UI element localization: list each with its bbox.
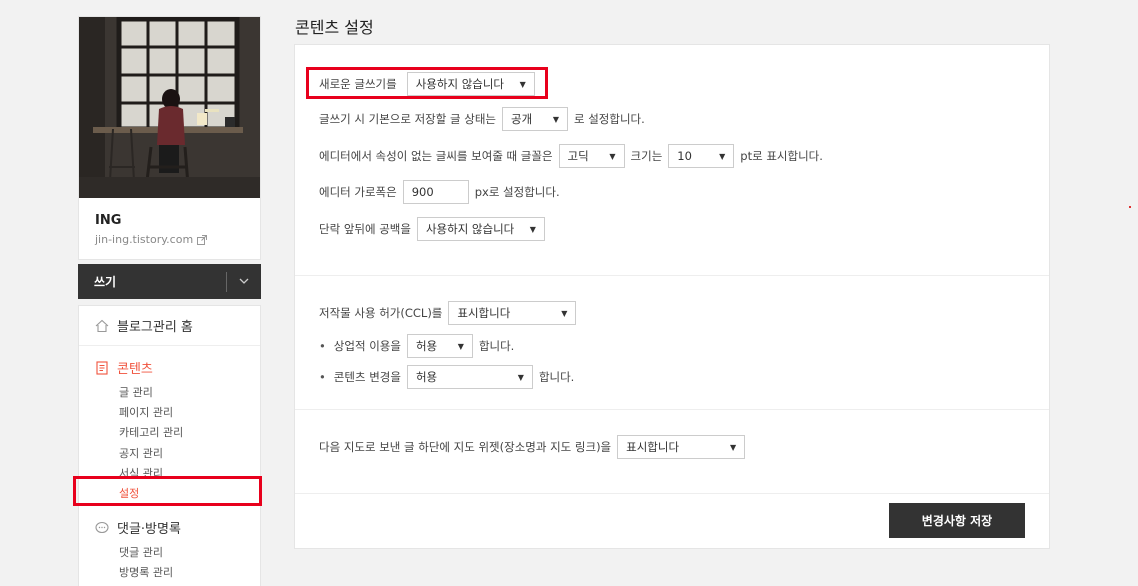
profile-url[interactable]: jin-ing.tistory.com (95, 233, 208, 246)
caret-down-icon: ▼ (457, 341, 464, 351)
section-editor: 새로운 글쓰기를 사용하지 않습니다 ▼ 글쓰기 시 기본으로 저장할 글 상태… (295, 45, 1049, 276)
bullet: • (319, 370, 326, 384)
sidebar-nav: 블로그관리 홈 콘텐츠 글 관리 페이지 관리 카테고리 관리 공지 관리 서식… (78, 305, 261, 586)
row-commercial: • 상업적 이용을 허용 ▼ 합니다. (319, 334, 514, 358)
font-label: 에디터에서 속성이 없는 글씨를 보여줄 때 글꼴은 (319, 149, 553, 163)
decorative-dot (1129, 206, 1131, 208)
chevron-down-icon[interactable] (227, 276, 261, 287)
sidebar-item-comments[interactable]: 댓글·방명록 (95, 518, 244, 537)
default-status-label: 글쓰기 시 기본으로 저장할 글 상태는 (319, 112, 496, 126)
sidebar-subitem-guestbook[interactable]: 방명록 관리 (95, 563, 244, 583)
font-size-select[interactable]: 10 ▼ (668, 144, 735, 168)
profile-card: ING jin-ing.tistory.com (78, 16, 261, 260)
default-status-suffix: 로 설정합니다. (573, 112, 645, 126)
sidebar-item-label: 블로그관리 홈 (117, 320, 193, 335)
profile-photo[interactable] (79, 17, 260, 198)
row-editor-width: 에디터 가로폭은 900 px로 설정합니다. (319, 180, 560, 204)
sidebar-section-label: 댓글·방명록 (117, 522, 181, 538)
modify-select[interactable]: 허용 ▼ (406, 365, 533, 389)
modify-suffix: 합니다. (538, 370, 575, 384)
commercial-select[interactable]: 허용 ▼ (406, 334, 473, 358)
map-widget-select[interactable]: 표시합니다 ▼ (617, 435, 746, 459)
section-map: 다음 지도로 보낸 글 하단에 지도 위젯(장소명과 지도 링크)을 표시합니다… (295, 410, 1049, 494)
ccl-value: 표시합니다 (457, 306, 511, 320)
caret-down-icon: ▼ (517, 372, 524, 382)
font-family-value: 고딕 (567, 149, 589, 163)
sidebar-item-blog-home[interactable]: 블로그관리 홈 (79, 306, 260, 346)
bullet: • (319, 339, 326, 353)
caret-down-icon: ▼ (519, 79, 526, 89)
caret-down-icon: ▼ (719, 151, 726, 161)
new-editor-value: 사용하지 않습니다 (415, 77, 505, 91)
font-size-value: 10 (677, 149, 692, 163)
row-ccl: 저작물 사용 허가(CCL)를 표시합니다 ▼ (319, 301, 577, 325)
paragraph-spacing-select[interactable]: 사용하지 않습니다 ▼ (416, 217, 545, 241)
sidebar-subitem-posts[interactable]: 글 관리 (95, 383, 244, 403)
commercial-suffix: 합니다. (478, 339, 515, 353)
sidebar-section-contents: 콘텐츠 글 관리 페이지 관리 카테고리 관리 공지 관리 서식 관리 설정 (79, 346, 260, 504)
sidebar-subitem-comments[interactable]: 댓글 관리 (95, 543, 244, 563)
default-status-select[interactable]: 공개 ▼ (501, 107, 568, 131)
font-family-select[interactable]: 고딕 ▼ (558, 144, 625, 168)
font-size-label: 크기는 (630, 149, 663, 163)
document-icon (96, 360, 108, 375)
write-bar: 쓰기 (78, 264, 261, 299)
profile-name: ING (95, 213, 122, 228)
modify-value: 허용 (415, 370, 438, 384)
paragraph-label: 단락 앞뒤에 공백을 (319, 222, 411, 236)
map-widget-value: 표시합니다 (626, 440, 680, 454)
external-link-icon[interactable] (197, 234, 208, 245)
page-title: 콘텐츠 설정 (295, 18, 374, 37)
caret-down-icon: ▼ (729, 442, 737, 452)
row-font: 에디터에서 속성이 없는 글씨를 보여줄 때 글꼴은 고딕 ▼ 크기는 10 ▼… (319, 144, 823, 168)
caret-down-icon: ▼ (529, 224, 536, 234)
sidebar-subitem-notices[interactable]: 공지 관리 (95, 444, 244, 464)
row-map-widget: 다음 지도로 보낸 글 하단에 지도 위젯(장소명과 지도 링크)을 표시합니다… (319, 435, 746, 459)
sidebar-subitem-templates[interactable]: 서식 관리 (95, 464, 244, 484)
new-editor-label: 새로운 글쓰기를 (319, 77, 397, 91)
caret-down-icon: ▼ (609, 151, 616, 161)
sidebar-subitem-categories[interactable]: 카테고리 관리 (95, 423, 244, 443)
ccl-select[interactable]: 표시합니다 ▼ (448, 301, 577, 325)
ccl-label: 저작물 사용 허가(CCL)를 (319, 306, 443, 320)
paragraph-spacing-value: 사용하지 않습니다 (425, 222, 515, 236)
editor-width-input[interactable]: 900 (402, 180, 469, 204)
modify-label: 콘텐츠 변경을 (333, 370, 401, 384)
editor-width-label: 에디터 가로폭은 (319, 185, 397, 199)
new-editor-select[interactable]: 사용하지 않습니다 ▼ (406, 72, 535, 96)
save-changes-button[interactable]: 변경사항 저장 (889, 503, 1025, 538)
settings-panel: 새로운 글쓰기를 사용하지 않습니다 ▼ 글쓰기 시 기본으로 저장할 글 상태… (294, 44, 1050, 549)
font-suffix: pt로 표시합니다. (740, 149, 823, 163)
speech-bubble-icon (95, 521, 109, 533)
row-default-status: 글쓰기 시 기본으로 저장할 글 상태는 공개 ▼ 로 설정합니다. (319, 107, 645, 131)
row-paragraph-spacing: 단락 앞뒤에 공백을 사용하지 않습니다 ▼ (319, 217, 545, 241)
section-ccl: 저작물 사용 허가(CCL)를 표시합니다 ▼ • 상업적 이용을 허용 ▼ 합… (295, 276, 1049, 410)
row-modify: • 콘텐츠 변경을 허용 ▼ 합니다. (319, 365, 574, 389)
sidebar-subitem-pages[interactable]: 페이지 관리 (95, 403, 244, 423)
caret-down-icon: ▼ (561, 308, 568, 318)
sidebar-section-comments: 댓글·방명록 댓글 관리 방명록 관리 (79, 504, 260, 583)
sidebar-subitem-settings[interactable]: 설정 (95, 484, 244, 504)
write-button[interactable]: 쓰기 (78, 273, 226, 290)
default-status-value: 공개 (510, 112, 533, 126)
profile-url-text[interactable]: jin-ing.tistory.com (95, 233, 193, 246)
sidebar-section-label: 콘텐츠 (117, 362, 153, 377)
home-icon (95, 319, 109, 332)
map-widget-label: 다음 지도로 보낸 글 하단에 지도 위젯(장소명과 지도 링크)을 (319, 440, 612, 454)
caret-down-icon: ▼ (552, 114, 559, 124)
commercial-label: 상업적 이용을 (333, 339, 401, 353)
sidebar-item-contents[interactable]: 콘텐츠 (95, 358, 244, 377)
commercial-value: 허용 (415, 339, 438, 353)
editor-width-suffix: px로 설정합니다. (474, 185, 560, 199)
row-new-editor: 새로운 글쓰기를 사용하지 않습니다 ▼ (319, 72, 535, 96)
